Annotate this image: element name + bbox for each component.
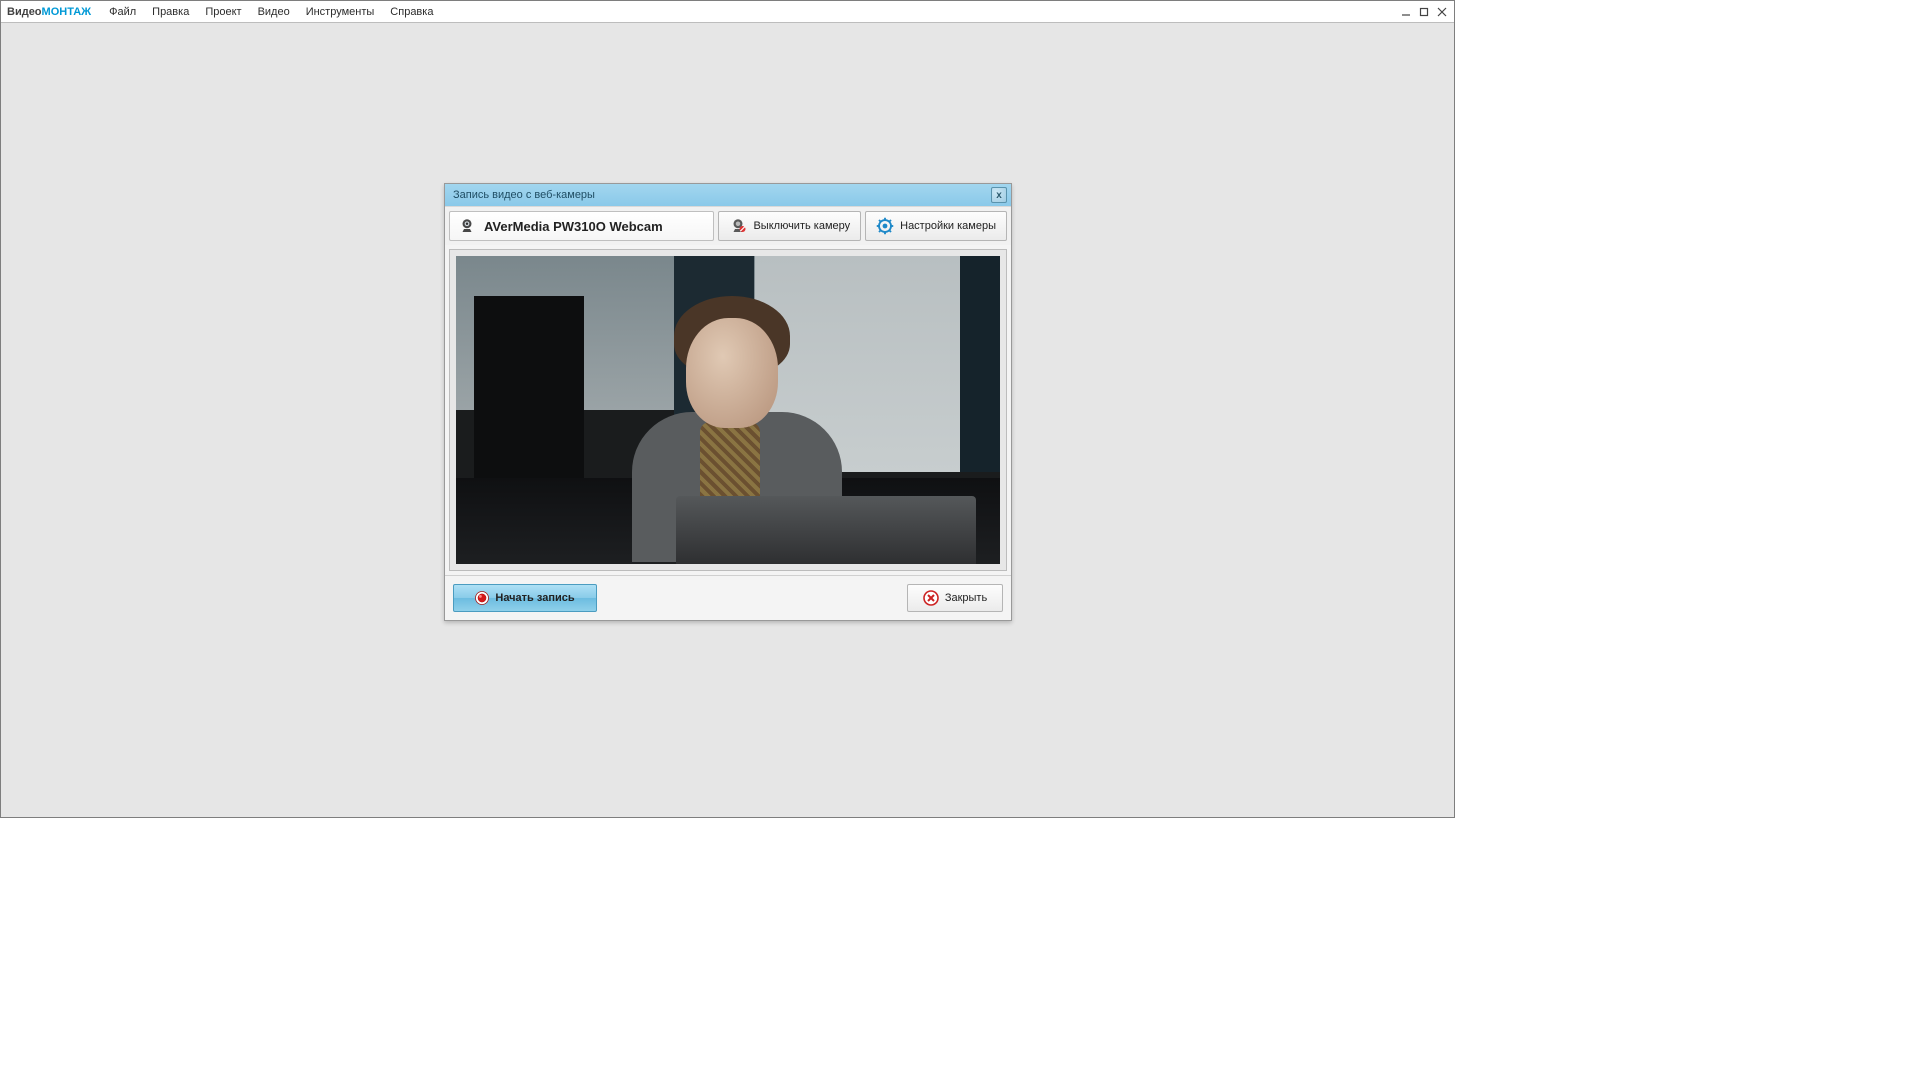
app-title-part2: МОНТАЖ	[42, 6, 92, 18]
window-minimize-button[interactable]	[1398, 4, 1414, 20]
menu-video[interactable]: Видео	[250, 6, 298, 18]
close-button[interactable]: Закрыть	[907, 584, 1003, 612]
camera-off-icon	[729, 217, 747, 235]
preview-container	[449, 249, 1007, 571]
camera-selector[interactable]: AVerMedia PW310O Webcam	[449, 211, 714, 241]
dialog-titlebar[interactable]: Запись видео с веб-камеры x	[445, 184, 1011, 206]
camera-settings-button[interactable]: Настройки камеры	[865, 211, 1007, 241]
menu-file[interactable]: Файл	[101, 6, 144, 18]
webcam-record-dialog: Запись видео с веб-камеры x AVerMedia PW…	[444, 183, 1012, 621]
close-label: Закрыть	[945, 592, 987, 604]
start-record-label: Начать запись	[495, 592, 574, 604]
start-record-button[interactable]: Начать запись	[453, 584, 597, 612]
webcam-icon	[458, 217, 476, 235]
dialog-title: Запись видео с веб-камеры	[453, 189, 595, 201]
menu-project[interactable]: Проект	[197, 6, 249, 18]
dialog-footer: Начать запись Закрыть	[445, 575, 1011, 620]
webcam-preview	[456, 256, 1000, 564]
app-window: ВидеоМОНТАЖ Файл Правка Проект Видео Инс…	[0, 0, 1455, 818]
menubar: ВидеоМОНТАЖ Файл Правка Проект Видео Инс…	[1, 1, 1454, 23]
menu-help[interactable]: Справка	[382, 6, 441, 18]
app-title: ВидеоМОНТАЖ	[7, 6, 91, 18]
record-icon	[475, 591, 489, 605]
disable-camera-button[interactable]: Выключить камеру	[718, 211, 861, 241]
camera-name-label: AVerMedia PW310O Webcam	[484, 219, 663, 234]
app-title-part1: Видео	[7, 6, 42, 18]
close-icon: x	[996, 190, 1002, 201]
window-controls	[1398, 4, 1454, 20]
disable-camera-label: Выключить камеру	[753, 220, 850, 232]
menu-edit[interactable]: Правка	[144, 6, 197, 18]
gear-icon	[876, 217, 894, 235]
close-red-icon	[923, 590, 939, 606]
window-close-button[interactable]	[1434, 4, 1450, 20]
dialog-toolbar: AVerMedia PW310O Webcam Выключить камеру	[445, 206, 1011, 245]
footer-spacer	[605, 584, 899, 612]
window-maximize-button[interactable]	[1416, 4, 1432, 20]
dialog-close-button[interactable]: x	[991, 187, 1007, 203]
menu-tools[interactable]: Инструменты	[298, 6, 383, 18]
camera-settings-label: Настройки камеры	[900, 220, 996, 232]
